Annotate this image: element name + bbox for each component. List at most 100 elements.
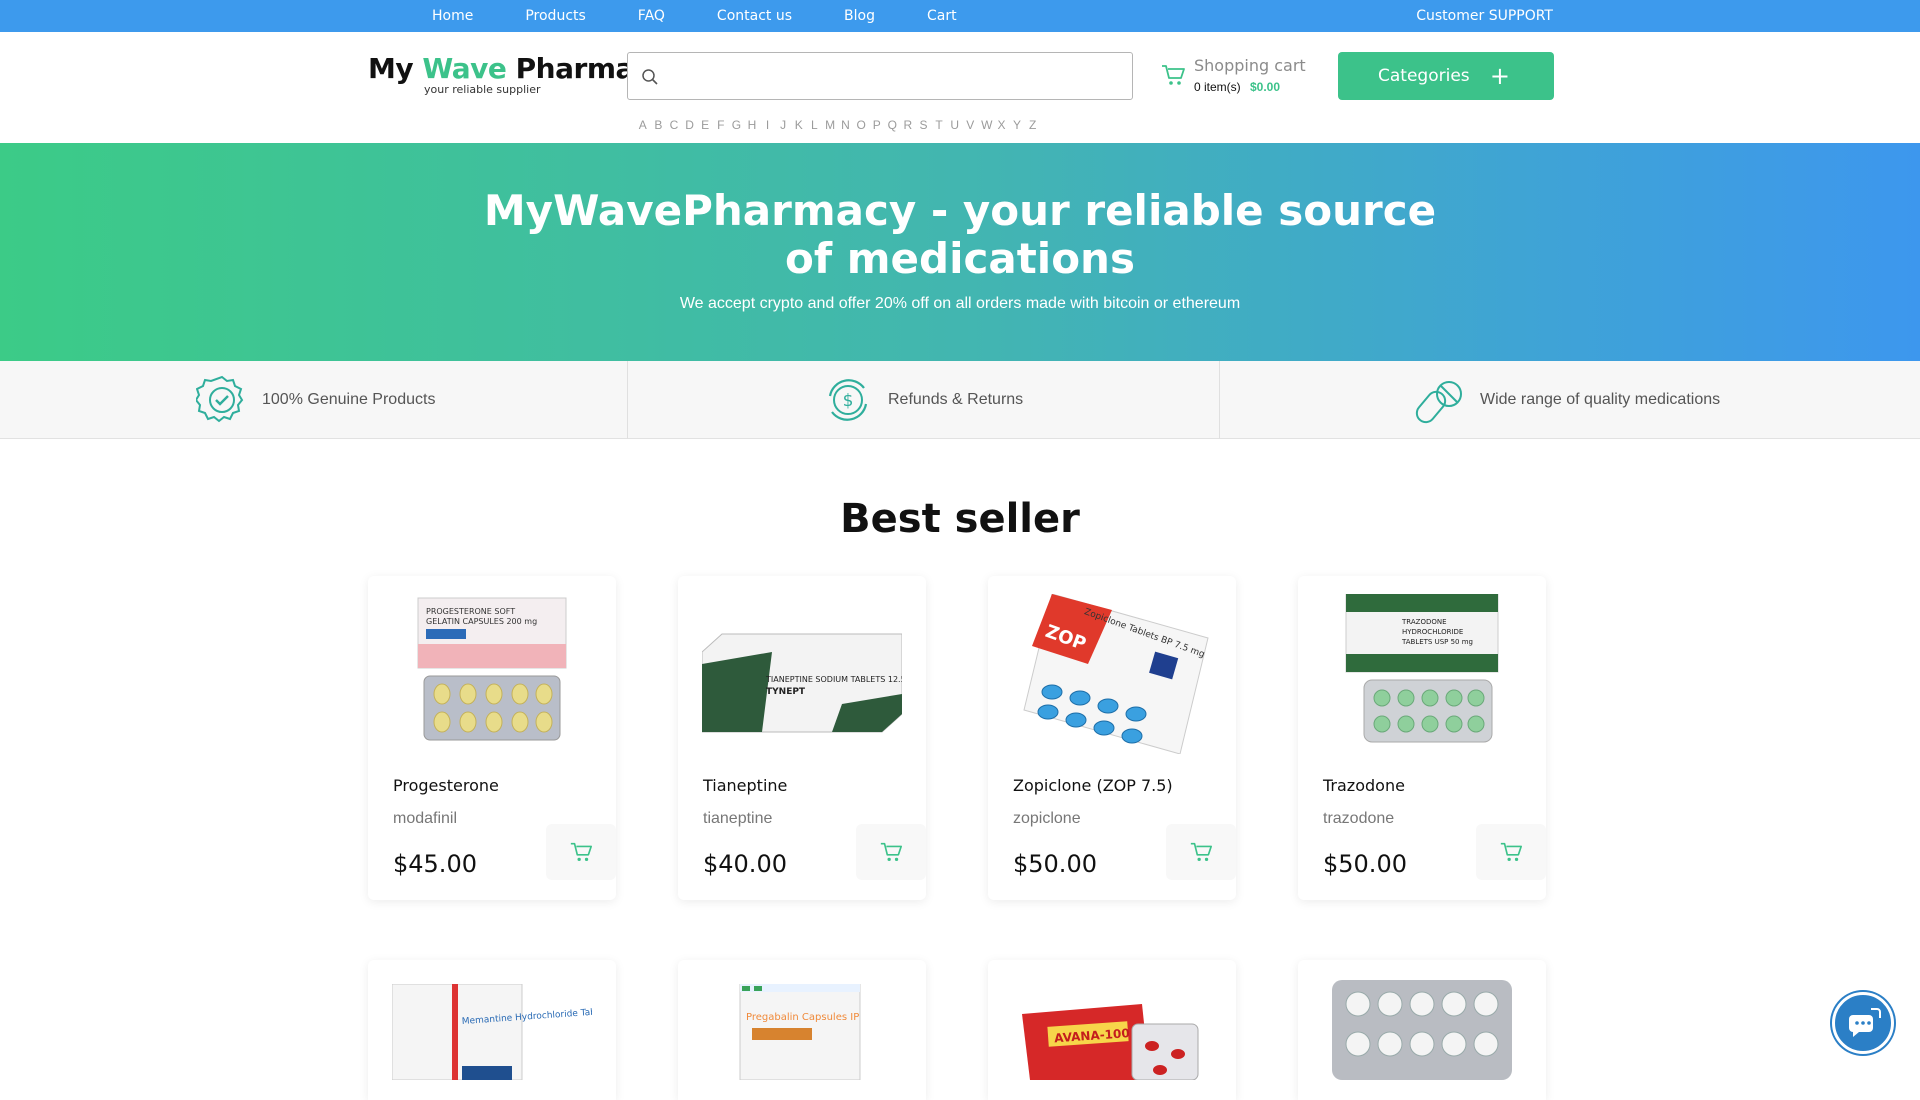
- plus-icon: +: [1489, 62, 1510, 90]
- product-card[interactable]: ZOP Zopiclone Tablets BP 7.5 mg Zopiclon…: [988, 576, 1236, 900]
- cart-title: Shopping cart: [1194, 56, 1306, 75]
- add-to-cart-button[interactable]: [1476, 824, 1546, 880]
- cart-icon: [880, 842, 902, 862]
- alphabet-letter[interactable]: F: [716, 118, 726, 132]
- feature-refunds: $ Refunds & Returns: [822, 361, 1023, 439]
- product-image[interactable]: Pregabalin Capsules IP: [702, 984, 902, 1080]
- alphabet-letter[interactable]: N: [841, 118, 851, 132]
- svg-text:GELATIN CAPSULES 200 mg: GELATIN CAPSULES 200 mg: [426, 617, 537, 626]
- product-card[interactable]: Pregabalin Capsules IP: [678, 960, 926, 1100]
- product-image[interactable]: TIANEPTINE SODIUM TABLETS 12.5 mg TYNEPT: [702, 594, 902, 754]
- product-image-label: Pregabalin Capsules IP: [746, 1012, 859, 1023]
- logo-text: My Wave Pharma: [368, 52, 634, 85]
- product-card[interactable]: PROGESTERONE SOFT GELATIN CAPSULES 200 m…: [368, 576, 616, 900]
- cart-item-count: 0 item(s): [1194, 80, 1241, 94]
- alphabet-letter[interactable]: Y: [1012, 118, 1022, 132]
- add-to-cart-button[interactable]: [856, 824, 926, 880]
- product-image[interactable]: AVANA-100: [1012, 984, 1212, 1080]
- add-to-cart-button[interactable]: [1166, 824, 1236, 880]
- product-card[interactable]: Memantine Hydrochloride Tablets USP: [368, 960, 616, 1100]
- alphabet-letter[interactable]: Q: [888, 118, 898, 132]
- add-to-cart-button[interactable]: [546, 824, 616, 880]
- alphabet-letter[interactable]: G: [732, 118, 742, 132]
- chat-icon: [1849, 1008, 1881, 1037]
- nav-cart[interactable]: Cart: [927, 8, 957, 24]
- alphabet-letter[interactable]: B: [654, 118, 664, 132]
- alphabet-filter: ABCDEFGHIJKLMNOPQRSTUVWXYZ: [638, 118, 1037, 132]
- search-input[interactable]: [668, 61, 1118, 91]
- hero-subtitle: We accept crypto and offer 20% off on al…: [679, 295, 1241, 312]
- product-generic: trazodone: [1323, 810, 1395, 827]
- product-image[interactable]: Memantine Hydrochloride Tablets USP: [392, 984, 592, 1080]
- alphabet-letter[interactable]: I: [763, 118, 773, 132]
- product-image[interactable]: PROGESTERONE SOFT GELATIN CAPSULES 200 m…: [392, 594, 592, 754]
- feature-divider: [627, 361, 628, 439]
- hero-banner: MyWavePharmacy - your reliable source of…: [0, 143, 1920, 361]
- alphabet-letter[interactable]: O: [856, 118, 866, 132]
- alphabet-letter[interactable]: J: [778, 118, 788, 132]
- svg-text:PROGESTERONE SOFT: PROGESTERONE SOFT: [426, 607, 515, 616]
- alphabet-letter[interactable]: D: [685, 118, 695, 132]
- product-image[interactable]: ZOP Zopiclone Tablets BP 7.5 mg: [1012, 594, 1212, 754]
- product-price: $50.00: [1323, 850, 1407, 878]
- search-box: [627, 52, 1133, 100]
- alphabet-letter[interactable]: V: [965, 118, 975, 132]
- main-nav: Home Products FAQ Contact us Blog Cart: [432, 0, 957, 32]
- product-card[interactable]: TIANEPTINE SODIUM TABLETS 12.5 mg TYNEPT…: [678, 576, 926, 900]
- product-generic: modafinil: [393, 810, 458, 827]
- pills-capsule-icon: [1415, 381, 1462, 424]
- product-name[interactable]: Progesterone: [393, 776, 499, 795]
- site-logo[interactable]: My Wave Pharma your reliable supplier: [368, 52, 634, 96]
- refund-dollar-icon: $: [828, 379, 868, 421]
- alphabet-letter[interactable]: W: [981, 118, 992, 132]
- alphabet-letter[interactable]: S: [919, 118, 929, 132]
- product-card[interactable]: AVANA-100: [988, 960, 1236, 1100]
- cart-icon: [1500, 842, 1522, 862]
- categories-button[interactable]: Categories +: [1338, 52, 1554, 100]
- svg-text:$: $: [843, 391, 854, 411]
- alphabet-letter[interactable]: K: [794, 118, 804, 132]
- nav-home[interactable]: Home: [432, 8, 473, 24]
- alphabet-letter[interactable]: P: [872, 118, 882, 132]
- search-icon: [642, 69, 658, 85]
- svg-text:TRAZODONE: TRAZODONE: [1401, 618, 1447, 626]
- product-generic: zopiclone: [1013, 810, 1081, 827]
- site-header: My Wave Pharma your reliable supplier Sh…: [0, 32, 1920, 143]
- alphabet-letter[interactable]: Z: [1028, 118, 1038, 132]
- cart-icon: [1190, 842, 1212, 862]
- svg-text:HYDROCHLORIDE: HYDROCHLORIDE: [1402, 628, 1463, 636]
- product-name[interactable]: Zopiclone (ZOP 7.5): [1013, 776, 1173, 795]
- alphabet-letter[interactable]: R: [903, 118, 913, 132]
- alphabet-letter[interactable]: X: [997, 118, 1007, 132]
- product-image[interactable]: TRAZODONE HYDROCHLORIDE TABLETS USP 50 m…: [1322, 594, 1522, 754]
- alphabet-letter[interactable]: L: [810, 118, 820, 132]
- alphabet-letter[interactable]: U: [950, 118, 960, 132]
- verified-badge-icon: [196, 375, 244, 423]
- features-strip: 100% Genuine Products $ Refunds & Return…: [0, 361, 1920, 439]
- product-price: $50.00: [1013, 850, 1097, 878]
- alphabet-letter[interactable]: A: [638, 118, 648, 132]
- feature-divider: [1219, 361, 1220, 439]
- nav-faq[interactable]: FAQ: [638, 8, 665, 24]
- nav-contact[interactable]: Contact us: [717, 8, 792, 24]
- alphabet-letter[interactable]: M: [825, 118, 835, 132]
- alphabet-letter[interactable]: H: [747, 118, 757, 132]
- customer-support-link[interactable]: Customer SUPPORT: [1416, 0, 1553, 32]
- logo-part-wave: Wave: [422, 52, 507, 85]
- alphabet-letter[interactable]: C: [669, 118, 679, 132]
- cart-icon: [570, 842, 592, 862]
- svg-text:TYNEPT: TYNEPT: [766, 687, 806, 697]
- product-name[interactable]: Tianeptine: [703, 776, 787, 795]
- alphabet-letter[interactable]: E: [700, 118, 710, 132]
- product-generic: tianeptine: [703, 810, 773, 827]
- alphabet-letter[interactable]: T: [934, 118, 944, 132]
- nav-products[interactable]: Products: [525, 8, 585, 24]
- nav-blog[interactable]: Blog: [844, 8, 875, 24]
- product-name[interactable]: Trazodone: [1323, 776, 1405, 795]
- product-card[interactable]: [1298, 960, 1546, 1100]
- feature-genuine: 100% Genuine Products: [196, 361, 435, 439]
- chat-button[interactable]: [1832, 992, 1894, 1054]
- header-cart[interactable]: Shopping cart 0 item(s) $0.00: [1160, 56, 1330, 100]
- product-card[interactable]: TRAZODONE HYDROCHLORIDE TABLETS USP 50 m…: [1298, 576, 1546, 900]
- product-image[interactable]: [1322, 980, 1522, 1080]
